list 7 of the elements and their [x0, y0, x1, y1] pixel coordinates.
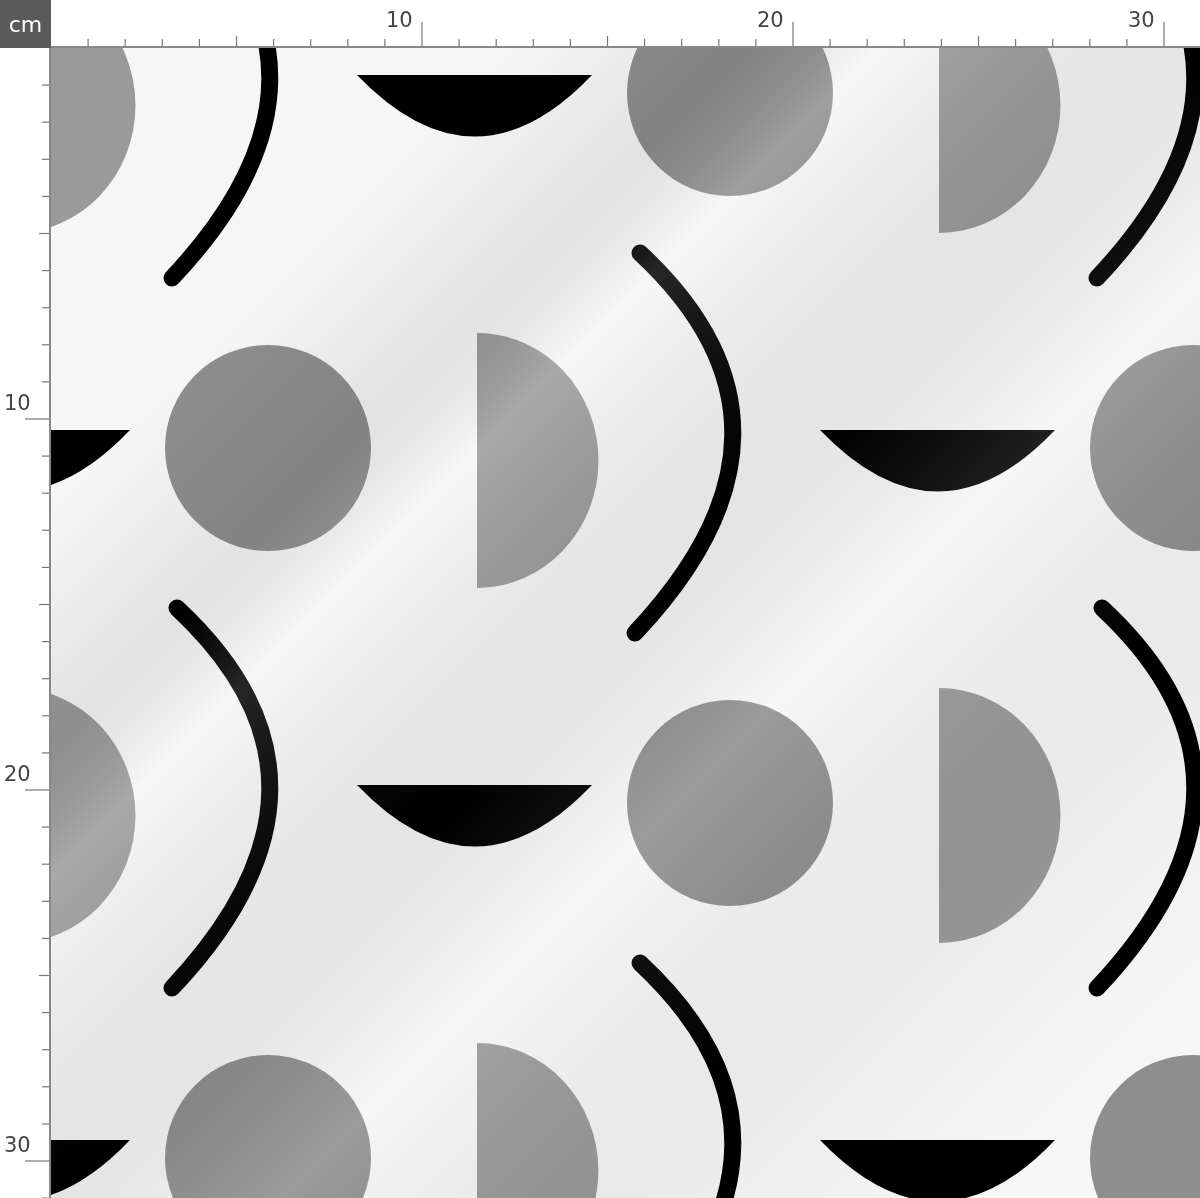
ruler-label: 10	[386, 10, 413, 31]
ruler-label: 10	[4, 393, 31, 414]
ruler-label: 20	[4, 764, 31, 785]
ruler-label: 30	[4, 1135, 31, 1156]
ruler-label: 20	[757, 10, 784, 31]
ruler-label: 30	[1128, 10, 1155, 31]
unit-label: cm	[0, 0, 51, 48]
